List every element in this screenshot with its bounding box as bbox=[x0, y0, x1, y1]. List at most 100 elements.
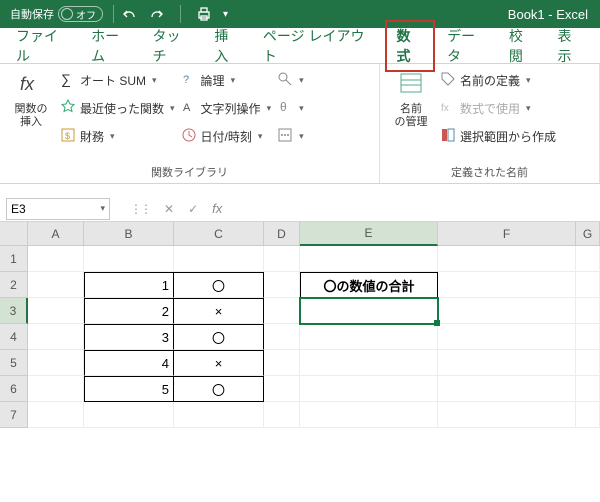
cell[interactable] bbox=[576, 376, 600, 402]
namemgr-l2: の管理 bbox=[395, 116, 428, 128]
chevron-down-icon: ▾ bbox=[299, 75, 304, 86]
cell-B2[interactable]: 1 bbox=[84, 272, 174, 298]
logical-label: 論理 bbox=[201, 72, 225, 89]
col-header-B[interactable]: B bbox=[84, 222, 174, 246]
enter-icon[interactable]: ✓ bbox=[188, 202, 198, 216]
cell[interactable] bbox=[28, 324, 84, 350]
cell[interactable] bbox=[28, 246, 84, 272]
cell[interactable] bbox=[438, 272, 576, 298]
financial-button[interactable]: $財務▾ bbox=[60, 124, 175, 148]
cell[interactable] bbox=[264, 324, 300, 350]
define-name-button[interactable]: 名前の定義▾ bbox=[440, 68, 556, 92]
cell[interactable] bbox=[264, 402, 300, 428]
text-button[interactable]: A文字列操作▾ bbox=[181, 96, 272, 120]
cell[interactable] bbox=[264, 246, 300, 272]
more-fn-button[interactable]: ▾ bbox=[277, 124, 304, 148]
cell[interactable] bbox=[28, 298, 84, 324]
more-icon bbox=[277, 127, 293, 146]
cell[interactable] bbox=[84, 246, 174, 272]
row-header-4[interactable]: 4 bbox=[0, 324, 28, 350]
cell[interactable] bbox=[84, 402, 174, 428]
cell[interactable] bbox=[438, 350, 576, 376]
cell[interactable] bbox=[576, 324, 600, 350]
group-title: 関数ライブラリ bbox=[8, 162, 371, 181]
cell[interactable] bbox=[28, 272, 84, 298]
cell[interactable] bbox=[576, 402, 600, 428]
logical-button[interactable]: ? 論理 ▾ bbox=[181, 68, 272, 92]
row-header-6[interactable]: 6 bbox=[0, 376, 28, 402]
insert-function-button[interactable]: fx 関数の挿入 bbox=[8, 68, 54, 148]
row-header-5[interactable]: 5 bbox=[0, 350, 28, 376]
cell[interactable] bbox=[28, 402, 84, 428]
math-button[interactable]: θ▾ bbox=[277, 96, 304, 120]
cell[interactable] bbox=[300, 402, 438, 428]
name-manager-button[interactable]: 名前の管理 bbox=[388, 68, 434, 148]
cell[interactable] bbox=[300, 246, 438, 272]
col-header-C[interactable]: C bbox=[174, 222, 264, 246]
cell[interactable] bbox=[300, 324, 438, 350]
cell[interactable] bbox=[264, 376, 300, 402]
cell-E3[interactable] bbox=[300, 298, 438, 324]
qat-more-icon[interactable]: ▾ bbox=[223, 9, 228, 20]
cell[interactable] bbox=[438, 298, 576, 324]
chevron-down-icon: ▾ bbox=[170, 103, 175, 114]
fx-icon[interactable]: fx bbox=[212, 201, 222, 216]
cell[interactable] bbox=[438, 246, 576, 272]
row-header-7[interactable]: 7 bbox=[0, 402, 28, 428]
datetime-label: 日付/時刻 bbox=[201, 128, 252, 145]
datetime-button[interactable]: 日付/時刻▾ bbox=[181, 124, 272, 148]
create-from-selection-button[interactable]: 選択範囲から作成 bbox=[440, 124, 556, 148]
cell[interactable] bbox=[438, 402, 576, 428]
select-all-corner[interactable] bbox=[0, 222, 28, 246]
cell[interactable] bbox=[576, 350, 600, 376]
cancel-icon[interactable]: ✕ bbox=[164, 202, 174, 216]
name-box[interactable]: E3 ▾ bbox=[6, 198, 110, 220]
cell-B4[interactable]: 3 bbox=[84, 324, 174, 350]
col-header-A[interactable]: A bbox=[28, 222, 84, 246]
cell-B6[interactable]: 5 bbox=[84, 376, 174, 402]
svg-text:?: ? bbox=[183, 74, 189, 86]
cell-C5[interactable]: × bbox=[174, 350, 264, 376]
text-label: 文字列操作 bbox=[201, 100, 261, 117]
cell-C4[interactable]: 〇 bbox=[174, 324, 264, 350]
recent-button[interactable]: 最近使った関数 ▾ bbox=[60, 96, 175, 120]
col-header-G[interactable]: G bbox=[576, 222, 600, 246]
cell[interactable] bbox=[576, 298, 600, 324]
worksheet-grid[interactable]: A B C D E F G 1 2 1 〇 〇の数値の合計 3 2 × 4 3 … bbox=[0, 222, 600, 428]
cell[interactable] bbox=[438, 324, 576, 350]
cell[interactable] bbox=[438, 376, 576, 402]
chevron-down-icon: ▾ bbox=[231, 75, 236, 86]
cell[interactable] bbox=[264, 350, 300, 376]
use-formula-icon: fx bbox=[440, 99, 456, 118]
cell-C6[interactable]: 〇 bbox=[174, 376, 264, 402]
cell-E2[interactable]: 〇の数値の合計 bbox=[300, 272, 438, 298]
theta-icon: θ bbox=[277, 99, 293, 118]
row-header-1[interactable]: 1 bbox=[0, 246, 28, 272]
autosum-button[interactable]: ∑オート SUM▾ bbox=[60, 68, 175, 92]
cell[interactable] bbox=[174, 402, 264, 428]
group-function-library: fx 関数の挿入 ∑オート SUM▾ 最近使った関数 ▾ $財務▾ ? 論理 ▾ A文… bbox=[0, 64, 380, 183]
recent-label: 最近使った関数 bbox=[80, 100, 164, 117]
col-header-E[interactable]: E bbox=[300, 222, 438, 246]
lookup-button[interactable]: ▾ bbox=[277, 68, 304, 92]
cell[interactable] bbox=[576, 246, 600, 272]
cell[interactable] bbox=[174, 246, 264, 272]
col-header-D[interactable]: D bbox=[264, 222, 300, 246]
col-header-F[interactable]: F bbox=[438, 222, 576, 246]
create-sel-icon bbox=[440, 127, 456, 146]
row-header-3[interactable]: 3 bbox=[0, 298, 28, 324]
cell[interactable] bbox=[576, 272, 600, 298]
cell[interactable] bbox=[300, 376, 438, 402]
cell-B5[interactable]: 4 bbox=[84, 350, 174, 376]
cell[interactable] bbox=[264, 298, 300, 324]
cell-C2[interactable]: 〇 bbox=[174, 272, 264, 298]
cell-C3[interactable]: × bbox=[174, 298, 264, 324]
cell[interactable] bbox=[28, 376, 84, 402]
cell[interactable] bbox=[28, 350, 84, 376]
text-icon: A bbox=[181, 99, 197, 118]
cell[interactable] bbox=[264, 272, 300, 298]
chevron-down-icon: ▾ bbox=[526, 103, 531, 114]
cell[interactable] bbox=[300, 350, 438, 376]
cell-B3[interactable]: 2 bbox=[84, 298, 174, 324]
row-header-2[interactable]: 2 bbox=[0, 272, 28, 298]
